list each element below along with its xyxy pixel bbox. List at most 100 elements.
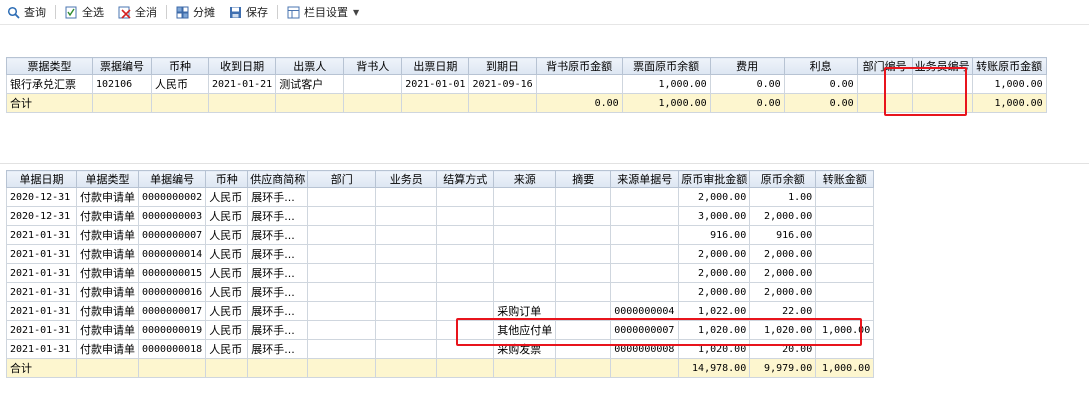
table-cell[interactable]: 0000000007 (610, 320, 680, 340)
table-cell[interactable] (307, 244, 377, 264)
column-header[interactable]: 原币审批金额 (678, 170, 751, 188)
column-header[interactable]: 收到日期 (207, 57, 277, 75)
table-cell[interactable] (815, 282, 875, 302)
column-header[interactable]: 票据编号 (92, 57, 152, 75)
table-cell[interactable] (555, 263, 612, 283)
table-cell[interactable]: 0.00 (709, 74, 785, 94)
table-cell[interactable] (436, 301, 495, 321)
table-cell[interactable]: 展环手... (247, 206, 309, 226)
table-cell[interactable]: 展环手... (247, 263, 309, 283)
split-button[interactable]: 分摊 (169, 2, 222, 22)
column-header[interactable]: 出票日期 (401, 57, 470, 75)
table-cell[interactable]: 22.00 (749, 301, 817, 321)
table-cell[interactable] (493, 263, 557, 283)
table-cell[interactable]: 展环手... (247, 187, 309, 207)
table-cell[interactable]: 人民币 (205, 225, 249, 245)
table-cell[interactable] (493, 225, 557, 245)
table-row[interactable]: 2021-01-31 付款申请单 0000000007 人民币 展环手... 916.00… (6, 225, 875, 245)
column-header[interactable]: 出票人 (275, 57, 345, 75)
table-cell[interactable]: 2,000.00 (749, 282, 817, 302)
table-row[interactable]: 2021-01-31 付款申请单 0000000014 人民币 展环手... 2,000.… (6, 244, 875, 264)
table-cell[interactable]: 1,020.00 (749, 320, 817, 340)
table-cell[interactable]: 人民币 (205, 263, 249, 283)
column-header[interactable]: 单据日期 (6, 170, 77, 188)
table-cell[interactable]: 付款申请单 (76, 263, 139, 283)
table-cell[interactable] (610, 282, 680, 302)
table-cell[interactable]: 付款申请单 (76, 339, 139, 359)
column-header[interactable]: 到期日 (468, 57, 537, 75)
table-cell[interactable]: 付款申请单 (76, 301, 139, 321)
table-cell[interactable]: 展环手... (247, 282, 309, 302)
table-cell[interactable] (436, 339, 495, 359)
table-row[interactable]: 2021-01-31 付款申请单 0000000015 人民币 展环手... 2,000.… (6, 263, 875, 283)
table-cell[interactable] (555, 244, 612, 264)
table-cell[interactable]: 人民币 (151, 74, 209, 94)
table-cell[interactable]: 916.00 (749, 225, 817, 245)
table-row[interactable]: 2020-12-31 付款申请单 0000000002 人民币 展环手... 2,000.… (6, 187, 875, 207)
table-row[interactable]: 2021-01-31 付款申请单 0000000017 人民币 展环手... 采购订单 00… (6, 301, 875, 321)
table-cell[interactable]: 人民币 (205, 282, 249, 302)
table-cell[interactable] (911, 74, 973, 94)
table-cell[interactable] (555, 187, 612, 207)
table-cell[interactable]: 付款申请单 (76, 320, 139, 340)
table-cell[interactable]: 人民币 (205, 244, 249, 264)
table-cell[interactable] (610, 263, 680, 283)
table-cell[interactable] (815, 339, 875, 359)
table-cell[interactable]: 其他应付单 (493, 320, 557, 340)
table-cell[interactable]: 0000000016 (137, 282, 207, 302)
table-cell[interactable]: 0000000007 (137, 225, 207, 245)
column-header[interactable]: 背书原币金额 (535, 57, 623, 75)
table-cell[interactable]: 2021-01-21 (207, 74, 277, 94)
column-settings-button[interactable]: 栏目设置 ▼ (280, 2, 366, 22)
table-cell[interactable]: 2,000.00 (749, 263, 817, 283)
table-row[interactable]: 2021-01-31 付款申请单 0000000019 人民币 展环手... 其他应付单 0… (6, 320, 875, 340)
save-button[interactable]: 保存 (222, 2, 275, 22)
table-cell[interactable] (815, 244, 875, 264)
column-header[interactable]: 部门编号 (856, 57, 913, 75)
table-cell[interactable]: 付款申请单 (76, 187, 139, 207)
table-row[interactable]: 2021-01-31 付款申请单 0000000016 人民币 展环手... 2,000.… (6, 282, 875, 302)
table-cell[interactable]: 展环手... (247, 244, 309, 264)
table-cell[interactable]: 展环手... (247, 339, 309, 359)
table-cell[interactable]: 0000000004 (610, 301, 680, 321)
table-cell[interactable]: 0000000008 (610, 339, 680, 359)
table-cell[interactable]: 2,000.00 (678, 263, 751, 283)
table-cell[interactable]: 3,000.00 (678, 206, 751, 226)
table-cell[interactable]: 2,000.00 (678, 187, 751, 207)
column-header[interactable]: 来源 (493, 170, 557, 188)
table-cell[interactable] (436, 244, 495, 264)
column-header[interactable]: 供应商简称 (247, 170, 309, 188)
table-cell[interactable] (375, 320, 438, 340)
table-cell[interactable] (375, 263, 438, 283)
table-row[interactable]: 银行承兑汇票 102106 人民币 2021-01-21 测试客户 2021-01-01 2… (6, 74, 1047, 94)
table-cell[interactable]: 2021-01-31 (6, 320, 77, 340)
table-cell[interactable] (436, 206, 495, 226)
table-cell[interactable]: 20.00 (749, 339, 817, 359)
table-row[interactable]: 2020-12-31 付款申请单 0000000003 人民币 展环手... 3,000.… (6, 206, 875, 226)
table-cell[interactable]: 0000000015 (137, 263, 207, 283)
table-cell[interactable]: 1.00 (749, 187, 817, 207)
table-cell[interactable]: 0000000018 (137, 339, 207, 359)
table-cell[interactable]: 2021-01-31 (6, 263, 77, 283)
table-cell[interactable]: 2021-01-31 (6, 339, 77, 359)
table-cell[interactable] (493, 206, 557, 226)
column-header[interactable]: 利息 (783, 57, 858, 75)
table-cell[interactable] (555, 225, 612, 245)
table-cell[interactable]: 展环手... (247, 225, 309, 245)
table-cell[interactable] (375, 187, 438, 207)
table-cell[interactable]: 0000000014 (137, 244, 207, 264)
table-cell[interactable]: 采购发票 (493, 339, 557, 359)
table-cell[interactable] (493, 187, 557, 207)
table-cell[interactable]: 付款申请单 (76, 244, 139, 264)
table-cell[interactable]: 2,000.00 (749, 244, 817, 264)
table-cell[interactable]: 1,020.00 (678, 339, 751, 359)
column-header[interactable]: 结算方式 (436, 170, 495, 188)
table-cell[interactable]: 人民币 (205, 301, 249, 321)
table-cell[interactable]: 1,000.00 (815, 320, 875, 340)
table-cell[interactable]: 2021-01-31 (6, 225, 77, 245)
table-cell[interactable] (815, 301, 875, 321)
table-cell[interactable] (555, 282, 612, 302)
table-cell[interactable]: 2,000.00 (678, 244, 751, 264)
table-cell[interactable] (535, 74, 623, 94)
table-cell[interactable] (307, 187, 377, 207)
